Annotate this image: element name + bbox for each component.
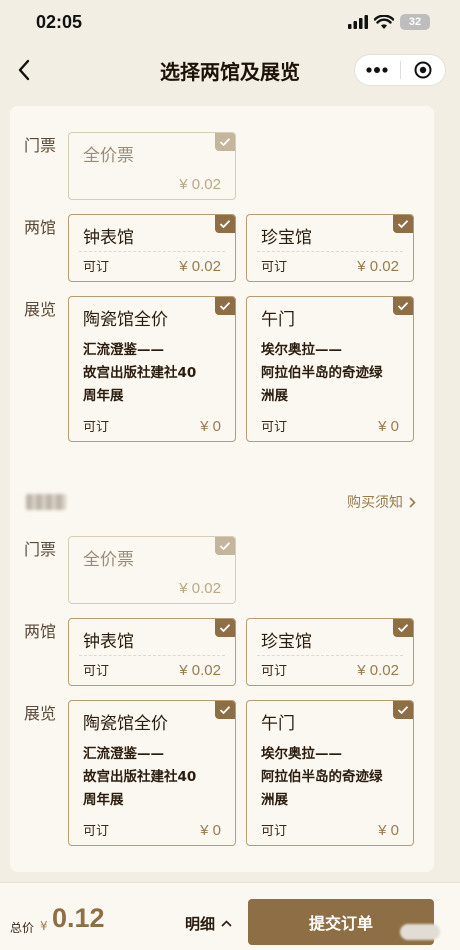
page-title: 选择两馆及展览 (160, 59, 300, 84)
ticket-price: ¥ 0.02 (357, 258, 399, 275)
ticket-price: ¥ 0 (378, 822, 399, 839)
ticket-price: ¥ 0 (200, 418, 221, 435)
check-icon (393, 297, 413, 315)
row-label: 两馆 (24, 622, 57, 641)
back-button[interactable] (10, 56, 38, 84)
row-label: 展览 (24, 300, 57, 319)
check-icon (215, 537, 235, 555)
ticket-availability: 可订 (261, 420, 288, 435)
ticket-price: ¥ 0.02 (179, 258, 221, 275)
total-label: 总价 (10, 921, 35, 935)
ticket-treasure-hall[interactable]: 珍宝馆 可订 ¥ 0.02 (246, 618, 414, 686)
price-detail-button[interactable]: 明细 (185, 913, 232, 934)
ticket-price: ¥ 0 (378, 418, 399, 435)
ticket-availability: 可订 (83, 664, 110, 679)
check-icon (393, 215, 413, 233)
chevron-up-icon (221, 920, 232, 927)
close-miniprogram-button[interactable] (401, 55, 446, 85)
ticket-meridian-gate-exhibition[interactable]: 午门 埃尔奥拉—— 阿拉伯半岛的奇迹绿 洲展 可订 ¥ 0 (246, 700, 414, 846)
check-icon (215, 215, 235, 233)
ticket-description: 埃尔奥拉—— 阿拉伯半岛的奇迹绿 洲展 (261, 342, 383, 404)
ticket-divider (257, 251, 403, 252)
check-icon (393, 619, 413, 637)
battery-icon: 32 (400, 14, 430, 30)
wifi-icon (374, 14, 394, 29)
status-icons: 32 (348, 14, 430, 30)
ticket-price: ¥ 0 (200, 822, 221, 839)
ticket-price: ¥ 0.02 (357, 662, 399, 679)
ticket-availability: 可订 (83, 260, 110, 275)
visitor-name-redacted (26, 494, 66, 510)
ticket-availability: 可订 (83, 420, 110, 435)
ticket-name: 钟表馆 (83, 632, 134, 652)
total-currency: ¥ (40, 919, 48, 933)
row-label: 门票 (24, 136, 57, 155)
check-icon (393, 701, 413, 719)
total-price: 0.12 (52, 903, 105, 933)
ticket-name: 珍宝馆 (261, 632, 312, 652)
ticket-name: 午门 (261, 310, 295, 330)
ticket-treasure-hall[interactable]: 珍宝馆 可订 ¥ 0.02 (246, 214, 414, 282)
watermark-logo (400, 924, 440, 940)
chevron-left-icon (18, 59, 30, 81)
ticket-full-price[interactable]: 全价票 ¥ 0.02 (68, 132, 236, 200)
ticket-meridian-gate-exhibition[interactable]: 午门 埃尔奥拉—— 阿拉伯半岛的奇迹绿 洲展 可订 ¥ 0 (246, 296, 414, 442)
purchase-notice-label: 购买须知 (347, 495, 403, 511)
check-icon (215, 701, 235, 719)
ticket-divider (79, 655, 225, 656)
check-icon (215, 133, 235, 151)
ticket-availability: 可订 (261, 824, 288, 839)
check-icon (215, 297, 235, 315)
nav-bar: 选择两馆及展览 (0, 44, 460, 96)
ticket-price: ¥ 0.02 (179, 580, 221, 597)
ticket-name: 全价票 (83, 550, 134, 570)
status-time: 02:05 (36, 11, 83, 32)
ticket-name: 钟表馆 (83, 228, 134, 248)
ticket-description: 汇流澄鉴—— 故宫出版社建社40 周年展 (83, 342, 197, 404)
ticket-name: 珍宝馆 (261, 228, 312, 248)
chevron-right-icon (409, 496, 416, 508)
purchase-notice-link[interactable]: 购买须知 (347, 492, 416, 512)
row-label: 两馆 (24, 218, 57, 237)
ticket-availability: 可订 (261, 260, 288, 275)
more-button[interactable] (355, 55, 400, 85)
checkout-bar: 总价 ¥ 0.12 明细 提交订单 (0, 882, 460, 950)
ticket-price: ¥ 0.02 (179, 176, 221, 193)
ticket-name: 陶瓷馆全价 (83, 310, 168, 330)
signal-icon (348, 15, 368, 29)
ticket-description: 埃尔奥拉—— 阿拉伯半岛的奇迹绿 洲展 (261, 746, 383, 808)
ticket-name: 全价票 (83, 146, 134, 166)
target-close-icon (414, 61, 432, 79)
more-dots-icon (366, 67, 388, 73)
row-label: 门票 (24, 540, 57, 559)
ticket-clock-hall[interactable]: 钟表馆 可订 ¥ 0.02 (68, 214, 236, 282)
ticket-ceramics-exhibition[interactable]: 陶瓷馆全价 汇流澄鉴—— 故宫出版社建社40 周年展 可订 ¥ 0 (68, 296, 236, 442)
ticket-clock-hall[interactable]: 钟表馆 可订 ¥ 0.02 (68, 618, 236, 686)
ticket-price: ¥ 0.02 (179, 662, 221, 679)
ticket-availability: 可订 (83, 824, 110, 839)
ticket-ceramics-exhibition[interactable]: 陶瓷馆全价 汇流澄鉴—— 故宫出版社建社40 周年展 可订 ¥ 0 (68, 700, 236, 846)
ticket-name: 陶瓷馆全价 (83, 714, 168, 734)
ticket-divider (257, 655, 403, 656)
ticket-selection-card: 门票 全价票 ¥ 0.02 两馆 钟表馆 可订 ¥ 0.02 珍宝馆 可订 ¥ … (10, 106, 434, 872)
ticket-divider (79, 251, 225, 252)
check-icon (215, 619, 235, 637)
price-detail-label: 明细 (185, 915, 216, 933)
mini-program-capsule (354, 54, 446, 86)
ticket-description: 汇流澄鉴—— 故宫出版社建社40 周年展 (83, 746, 197, 808)
ticket-full-price[interactable]: 全价票 ¥ 0.02 (68, 536, 236, 604)
row-label: 展览 (24, 704, 57, 723)
status-bar: 02:05 32 (0, 0, 460, 44)
ticket-availability: 可订 (261, 664, 288, 679)
ticket-name: 午门 (261, 714, 295, 734)
